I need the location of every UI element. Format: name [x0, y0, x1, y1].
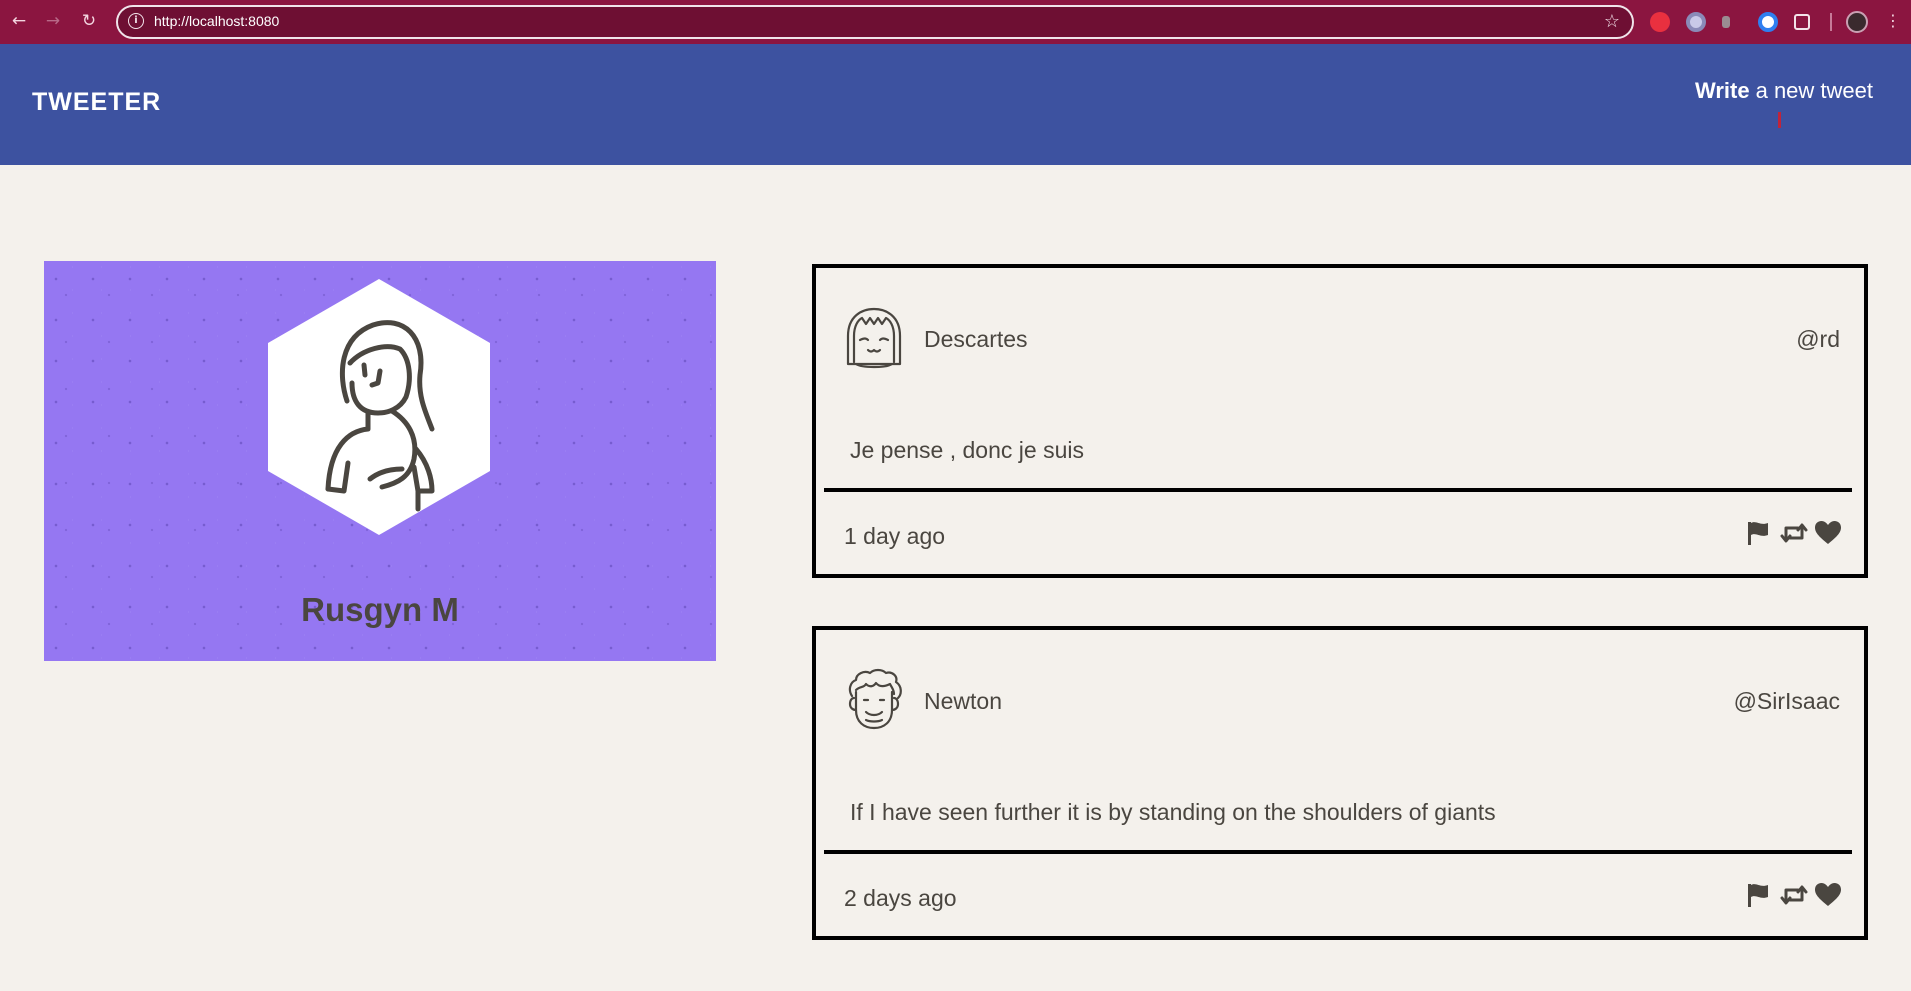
site-info-icon[interactable]: i	[128, 13, 144, 29]
toggle-indicator	[1778, 112, 1781, 128]
profile-avatar-icon[interactable]	[1846, 11, 1868, 33]
retweet-icon[interactable]	[1780, 882, 1808, 908]
menu-kebab-icon[interactable]: ⋮	[1882, 10, 1904, 32]
back-arrow-icon[interactable]: ←	[8, 10, 30, 32]
flag-icon[interactable]	[1746, 520, 1770, 546]
url-text[interactable]: http://localhost:8080	[154, 13, 279, 29]
reload-icon[interactable]: ↻	[78, 10, 100, 32]
tweet-author-name: Newton	[924, 688, 1002, 714]
tweet-timestamp: 1 day ago	[844, 523, 946, 549]
address-bar[interactable]: i http://localhost:8080 ☆	[116, 5, 1634, 39]
curly-hair-face-icon	[848, 668, 902, 730]
woman-avatar-icon	[268, 279, 490, 535]
extension-red-icon[interactable]	[1650, 12, 1670, 32]
profile-name: Rusgyn M	[301, 591, 459, 628]
extension-icon[interactable]	[1794, 14, 1810, 30]
tweet-card: Descartes @rd Je pense , donc je suis 1 …	[812, 264, 1868, 578]
toolbar-divider	[1830, 13, 1832, 31]
write-new-tweet-button[interactable]: Write a new tweet	[1695, 78, 1873, 104]
tweet-actions	[1746, 882, 1842, 910]
tweet-text: If I have seen further it is by standing…	[850, 799, 1496, 825]
tweet-text: Je pense , donc je suis	[850, 437, 1084, 463]
bob-haircut-face-icon	[846, 307, 902, 369]
flag-icon[interactable]	[1746, 882, 1770, 908]
app-header: TWEETER Write a new tweet	[0, 44, 1911, 165]
app-logo[interactable]: TWEETER	[32, 88, 161, 117]
tweet-author-handle: @rd	[1796, 326, 1840, 352]
tweet-actions	[1746, 520, 1842, 548]
tweet-timestamp: 2 days ago	[844, 885, 957, 911]
tweet-divider	[824, 488, 1852, 492]
new-tweet-label: a new tweet	[1755, 78, 1873, 103]
profile-card: Rusgyn M	[44, 261, 716, 661]
retweet-icon[interactable]	[1780, 520, 1808, 546]
bookmark-star-icon[interactable]: ☆	[1604, 11, 1620, 32]
tweet-card: Newton @SirIsaac If I have seen further …	[812, 626, 1868, 940]
extension-google-icon[interactable]	[1758, 12, 1778, 32]
tweet-divider	[824, 850, 1852, 854]
write-label: Write	[1694, 78, 1750, 103]
extension-small-icon[interactable]	[1722, 16, 1730, 28]
tweet-author-handle: @SirIsaac	[1733, 688, 1840, 714]
browser-toolbar: ← → ↻ i http://localhost:8080 ☆ ⋮	[0, 0, 1911, 44]
extension-circle-icon[interactable]	[1686, 12, 1706, 32]
tweet-author-name: Descartes	[924, 326, 1028, 352]
forward-arrow-icon[interactable]: →	[42, 10, 64, 32]
heart-icon[interactable]	[1814, 520, 1842, 546]
heart-icon[interactable]	[1814, 882, 1842, 908]
